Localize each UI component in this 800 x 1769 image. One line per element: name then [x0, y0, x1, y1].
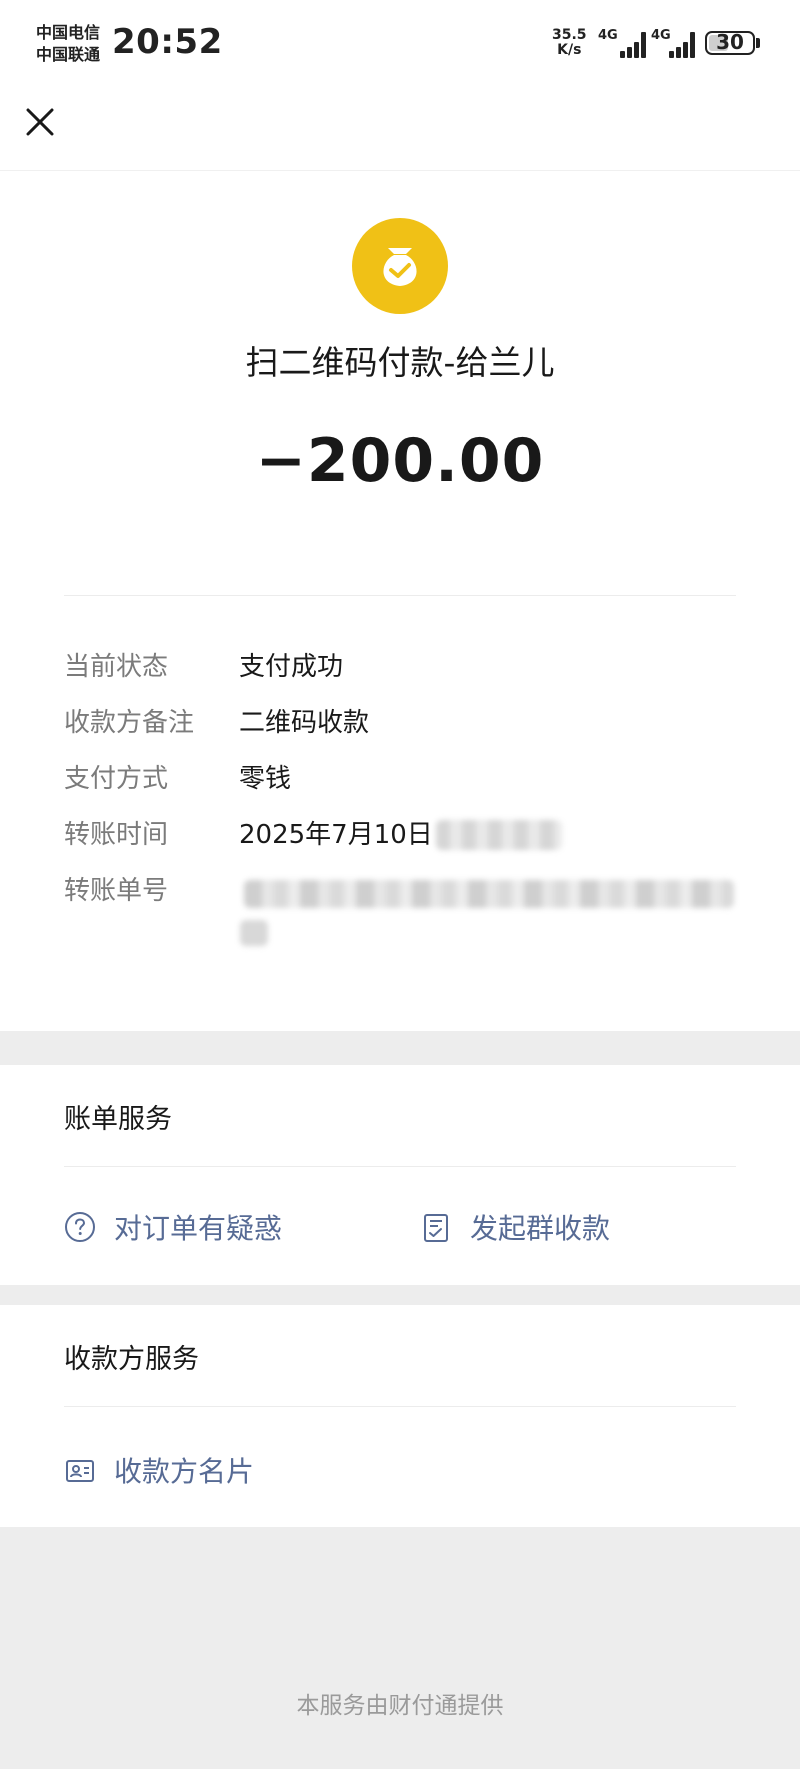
detail-label: 当前状态: [64, 652, 169, 682]
detail-value: 二维码收款: [239, 708, 370, 738]
network-speed: 35.5 K/s: [552, 28, 587, 58]
redacted-transfer-number-end: [240, 920, 268, 946]
network-speed-value: 35.5: [552, 27, 587, 43]
detail-label: 收款方备注: [64, 708, 195, 738]
carrier-2: 中国联通: [36, 45, 101, 64]
merchant-name: 扫二维码付款-给兰儿: [245, 343, 555, 382]
close-button[interactable]: [20, 102, 60, 142]
transaction-card: 扫二维码付款-给兰儿 −200.00 当前状态 支付成功 收款方备注 二维码收款…: [0, 171, 800, 1031]
detail-row-status: 当前状态 支付成功: [64, 646, 736, 686]
group-collection-label: 发起群收款: [470, 1212, 611, 1245]
battery-level: 30: [716, 30, 744, 54]
nav-bar: [0, 90, 800, 171]
redacted-time: [436, 820, 562, 850]
redacted-transfer-number: [244, 880, 734, 908]
bill-services-title: 账单服务: [64, 1104, 172, 1135]
money-bag-icon: [352, 218, 448, 314]
detail-row-transfer-time: 转账时间 2025年7月10日: [64, 814, 736, 854]
carrier-names: 中国电信 中国联通: [36, 22, 100, 66]
question-order-button[interactable]: 对订单有疑惑: [64, 1205, 364, 1249]
close-icon: [26, 108, 54, 136]
network-speed-unit: K/s: [557, 42, 582, 58]
group-collection-button[interactable]: 发起群收款: [420, 1205, 720, 1249]
battery-icon: 30: [705, 30, 755, 55]
detail-label: 转账单号: [64, 876, 169, 906]
payee-card-button[interactable]: 收款方名片: [64, 1448, 364, 1492]
detail-label: 转账时间: [64, 820, 169, 850]
payee-services-card: 收款方服务 收款方名片: [0, 1305, 800, 1527]
detail-value: 支付成功: [239, 652, 344, 682]
divider: [64, 595, 736, 596]
question-order-label: 对订单有疑惑: [114, 1212, 283, 1245]
payee-services-title: 收款方服务: [64, 1344, 199, 1375]
provider-footer: 本服务由财付通提供: [296, 1693, 504, 1719]
id-card-icon: [66, 1460, 94, 1482]
question-circle-icon: [65, 1212, 95, 1242]
bill-services-card: 账单服务 对订单有疑惑 发起群收款: [0, 1065, 800, 1285]
transaction-amount: −200.00: [255, 426, 545, 496]
payee-card-label: 收款方名片: [114, 1455, 255, 1488]
checklist-icon: [424, 1214, 448, 1242]
divider: [64, 1166, 736, 1167]
carrier-1: 中国电信: [36, 23, 101, 42]
detail-label: 支付方式: [64, 764, 169, 794]
status-bar: 中国电信 中国联通 20:52 35.5 K/s 4G 4G 30: [0, 0, 800, 90]
detail-row-transfer-number: 转账单号: [64, 870, 736, 960]
battery-tip: [756, 38, 760, 48]
status-time: 20:52: [112, 22, 223, 62]
divider: [64, 1406, 736, 1407]
detail-value: 2025年7月10日: [239, 820, 433, 850]
detail-row-payee-note: 收款方备注 二维码收款: [64, 702, 736, 742]
detail-value: 零钱: [239, 764, 292, 794]
detail-row-payment-method: 支付方式 零钱: [64, 758, 736, 798]
